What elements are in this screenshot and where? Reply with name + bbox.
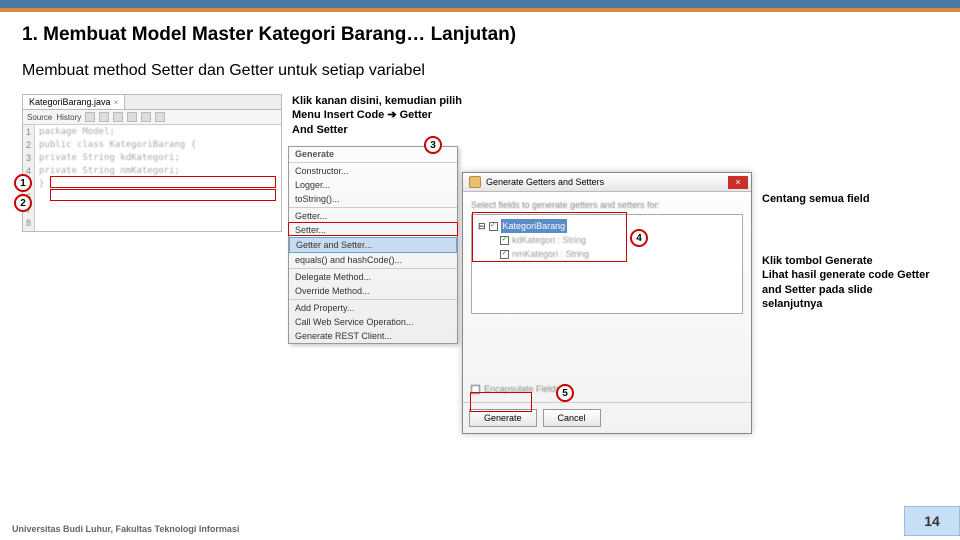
callout-badge-1: 1: [14, 174, 32, 192]
highlight-box: [472, 212, 627, 262]
menu-item[interactable]: Generate REST Client...: [289, 329, 457, 343]
dialog-titlebar: Generate Getters and Setters ×: [463, 173, 751, 192]
menu-item[interactable]: Delegate Method...: [289, 270, 457, 284]
callout-badge-2: 2: [14, 194, 32, 212]
menu-item[interactable]: Logger...: [289, 178, 457, 192]
note-line: And Setter: [292, 123, 472, 137]
dialog-icon: [469, 176, 481, 188]
cancel-button[interactable]: Cancel: [543, 409, 601, 427]
highlight-box: [470, 392, 532, 412]
note-line: Menu Insert Code ➔ Getter: [292, 108, 472, 122]
tab-source[interactable]: Source: [27, 113, 52, 122]
tab-label: KategoriBarang.java: [29, 97, 111, 107]
line-num: 3: [26, 152, 31, 165]
note-line: Klik kanan disini, kemudian pilih: [292, 94, 472, 108]
menu-sep: [289, 268, 457, 269]
line-num: 1: [26, 126, 31, 139]
toolbar-icon[interactable]: [127, 112, 137, 122]
code-line: public class KategoriBarang {: [39, 139, 196, 152]
menu-item[interactable]: Constructor...: [289, 164, 457, 178]
note-line: and Setter pada slide: [762, 283, 942, 297]
callout-badge-5: 5: [556, 384, 574, 402]
code-line: private String kdKategori;: [39, 152, 196, 165]
menu-item[interactable]: Call Web Service Operation...: [289, 315, 457, 329]
highlight-box: [50, 189, 276, 201]
note-line: Lihat hasil generate code Getter: [762, 268, 942, 282]
editor-tabs: KategoriBarang.java ×: [23, 95, 281, 110]
toolbar-icon[interactable]: [85, 112, 95, 122]
footer-text: Universitas Budi Luhur, Fakultas Teknolo…: [12, 524, 239, 534]
note-generate: Klik tombol Generate Lihat hasil generat…: [762, 254, 942, 311]
slide-subheading: Membuat method Setter dan Getter untuk s…: [22, 62, 938, 80]
file-tab[interactable]: KategoriBarang.java ×: [23, 95, 125, 109]
menu-sep: [289, 299, 457, 300]
menu-item[interactable]: toString()...: [289, 192, 457, 206]
slide-body: 1. Membuat Model Master Kategori Barang……: [0, 12, 960, 482]
dialog-label: Select fields to generate getters and se…: [471, 200, 743, 210]
menu-item[interactable]: Add Property...: [289, 301, 457, 315]
highlight-box: [50, 176, 276, 188]
menu-item-getter-setter[interactable]: Getter and Setter...: [289, 237, 457, 253]
close-icon[interactable]: ×: [728, 176, 748, 189]
code-editor: KategoriBarang.java × Source History 1 2…: [22, 94, 282, 232]
context-menu: Generate Constructor... Logger... toStri…: [288, 146, 458, 344]
toolbar-icon[interactable]: [99, 112, 109, 122]
slide-heading: 1. Membuat Model Master Kategori Barang……: [22, 24, 938, 46]
note-insert-code: Klik kanan disini, kemudian pilih Menu I…: [292, 94, 472, 137]
code-line: package Model;: [39, 126, 196, 139]
dialog-title: Generate Getters and Setters: [486, 177, 604, 187]
note-line: selanjutnya: [762, 297, 942, 311]
toolbar-icon[interactable]: [155, 112, 165, 122]
menu-item[interactable]: Getter...: [289, 209, 457, 223]
header-bar: [0, 0, 960, 12]
note-line: Klik tombol Generate: [762, 254, 942, 268]
menu-sep: [289, 162, 457, 163]
menu-item[interactable]: Override Method...: [289, 284, 457, 298]
highlight-box: [288, 222, 458, 236]
toolbar-icon[interactable]: [141, 112, 151, 122]
menu-sep: [289, 207, 457, 208]
line-num: 2: [26, 139, 31, 152]
toolbar-icon[interactable]: [113, 112, 123, 122]
page-number: 14: [904, 506, 960, 536]
editor-toolbar: Source History: [23, 110, 281, 125]
callout-badge-3: 3: [424, 136, 442, 154]
content-area: KategoriBarang.java × Source History 1 2…: [22, 94, 938, 474]
close-icon[interactable]: ×: [114, 98, 119, 107]
arrow-icon: ➔: [387, 109, 396, 121]
note-check-fields: Centang semua field: [762, 192, 870, 206]
tab-history[interactable]: History: [56, 113, 81, 122]
line-num: 8: [26, 217, 31, 230]
callout-badge-4: 4: [630, 229, 648, 247]
menu-item[interactable]: equals() and hashCode()...: [289, 253, 457, 267]
